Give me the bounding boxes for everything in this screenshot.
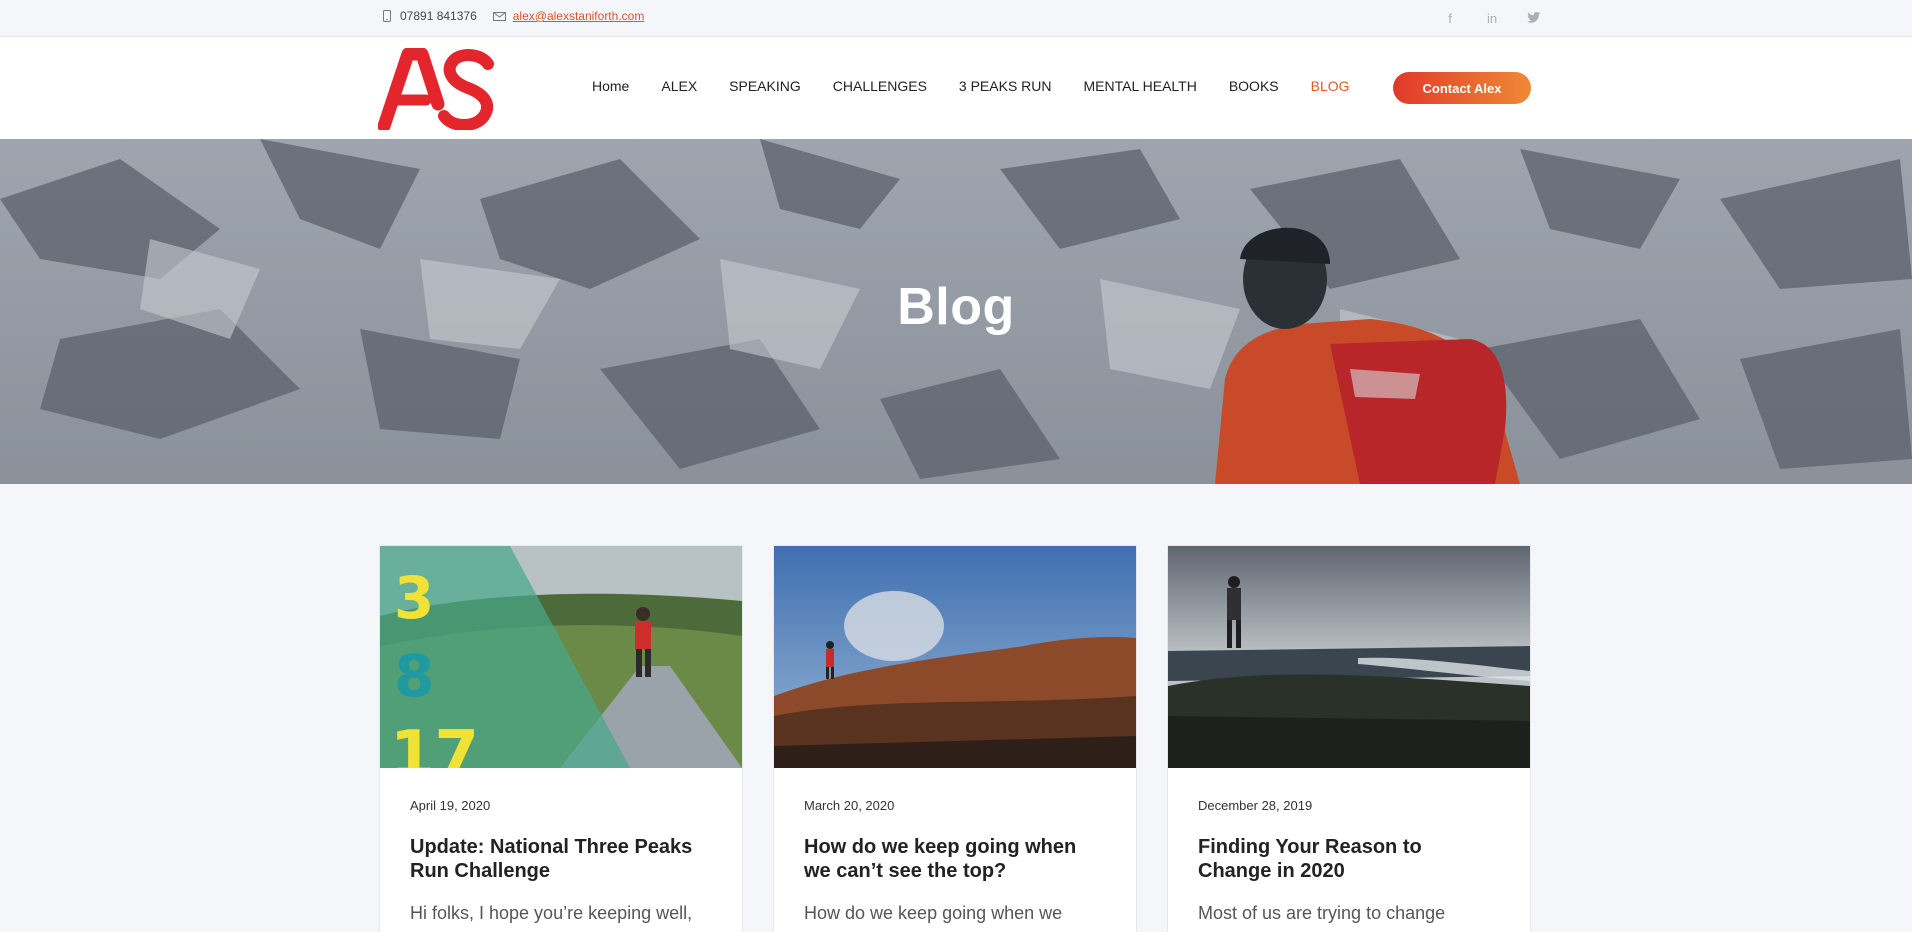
post-title[interactable]: How do we keep going when we can’t see t… [804,835,1106,883]
phone-number: 07891 841376 [400,9,477,23]
blog-post-card[interactable]: March 20, 2020 How do we keep going when… [773,545,1137,932]
thumb-number-8: 8 [394,642,434,710]
nav-speaking[interactable]: SPEAKING [729,78,801,94]
post-date: March 20, 2020 [804,798,895,813]
post-body: April 19, 2020 Update: National Three Pe… [380,768,742,925]
post-title[interactable]: Update: National Three Peaks Run Challen… [410,835,712,883]
contact-info: 07891 841376 alex@alexstaniforth.com [380,9,660,23]
hero-banner: Blog [0,139,1912,484]
site-logo[interactable] [377,47,500,133]
post-excerpt: How do we keep going when we [804,903,1063,923]
nav-mental-health[interactable]: MENTAL HEALTH [1084,78,1197,94]
thumb-number-17: 17 [390,718,479,768]
linkedin-icon[interactable]: in [1482,8,1502,28]
top-contact-bar: 07891 841376 alex@alexstaniforth.com f i… [0,0,1912,37]
phone-item: 07891 841376 [380,9,477,23]
blog-post-card[interactable]: 3 8 17 April 19, 2020 Update: National T… [379,545,743,932]
main-nav: Home ALEX SPEAKING CHALLENGES 3 PEAKS RU… [592,78,1382,94]
nav-books[interactable]: BOOKS [1229,78,1279,94]
post-date: December 28, 2019 [1198,798,1313,813]
page-title: Blog [897,278,1015,336]
post-date: April 19, 2020 [410,798,491,813]
post-thumbnail[interactable] [1168,546,1530,768]
post-excerpt: Most of us are trying to change [1198,903,1446,923]
contact-alex-button[interactable]: Contact Alex [1393,72,1531,104]
post-title[interactable]: Finding Your Reason to Change in 2020 [1198,835,1500,883]
post-body: March 20, 2020 How do we keep going when… [774,768,1136,925]
site-header: Home ALEX SPEAKING CHALLENGES 3 PEAKS RU… [0,37,1912,139]
nav-home[interactable]: Home [592,78,629,94]
post-thumbnail[interactable] [774,546,1136,768]
mobile-phone-icon [380,9,394,23]
facebook-icon[interactable]: f [1440,8,1460,28]
nav-challenges[interactable]: CHALLENGES [833,78,927,94]
email-link[interactable]: alex@alexstaniforth.com [513,9,645,23]
thumb-number-3: 3 [394,564,434,632]
email-item[interactable]: alex@alexstaniforth.com [493,9,645,23]
twitter-icon[interactable] [1524,8,1544,28]
post-excerpt: Hi folks, I hope you’re keeping well, [410,903,693,923]
nav-alex[interactable]: ALEX [661,78,697,94]
post-body: December 28, 2019 Finding Your Reason to… [1168,768,1530,925]
post-thumbnail[interactable]: 3 8 17 [380,546,742,768]
blog-post-list: 3 8 17 April 19, 2020 Update: National T… [379,545,1561,932]
nav-blog[interactable]: BLOG [1311,78,1350,94]
envelope-icon [493,9,507,23]
social-links: f in [1418,8,1544,28]
blog-post-card[interactable]: December 28, 2019 Finding Your Reason to… [1167,545,1531,932]
nav-3-peaks-run[interactable]: 3 PEAKS RUN [959,78,1052,94]
